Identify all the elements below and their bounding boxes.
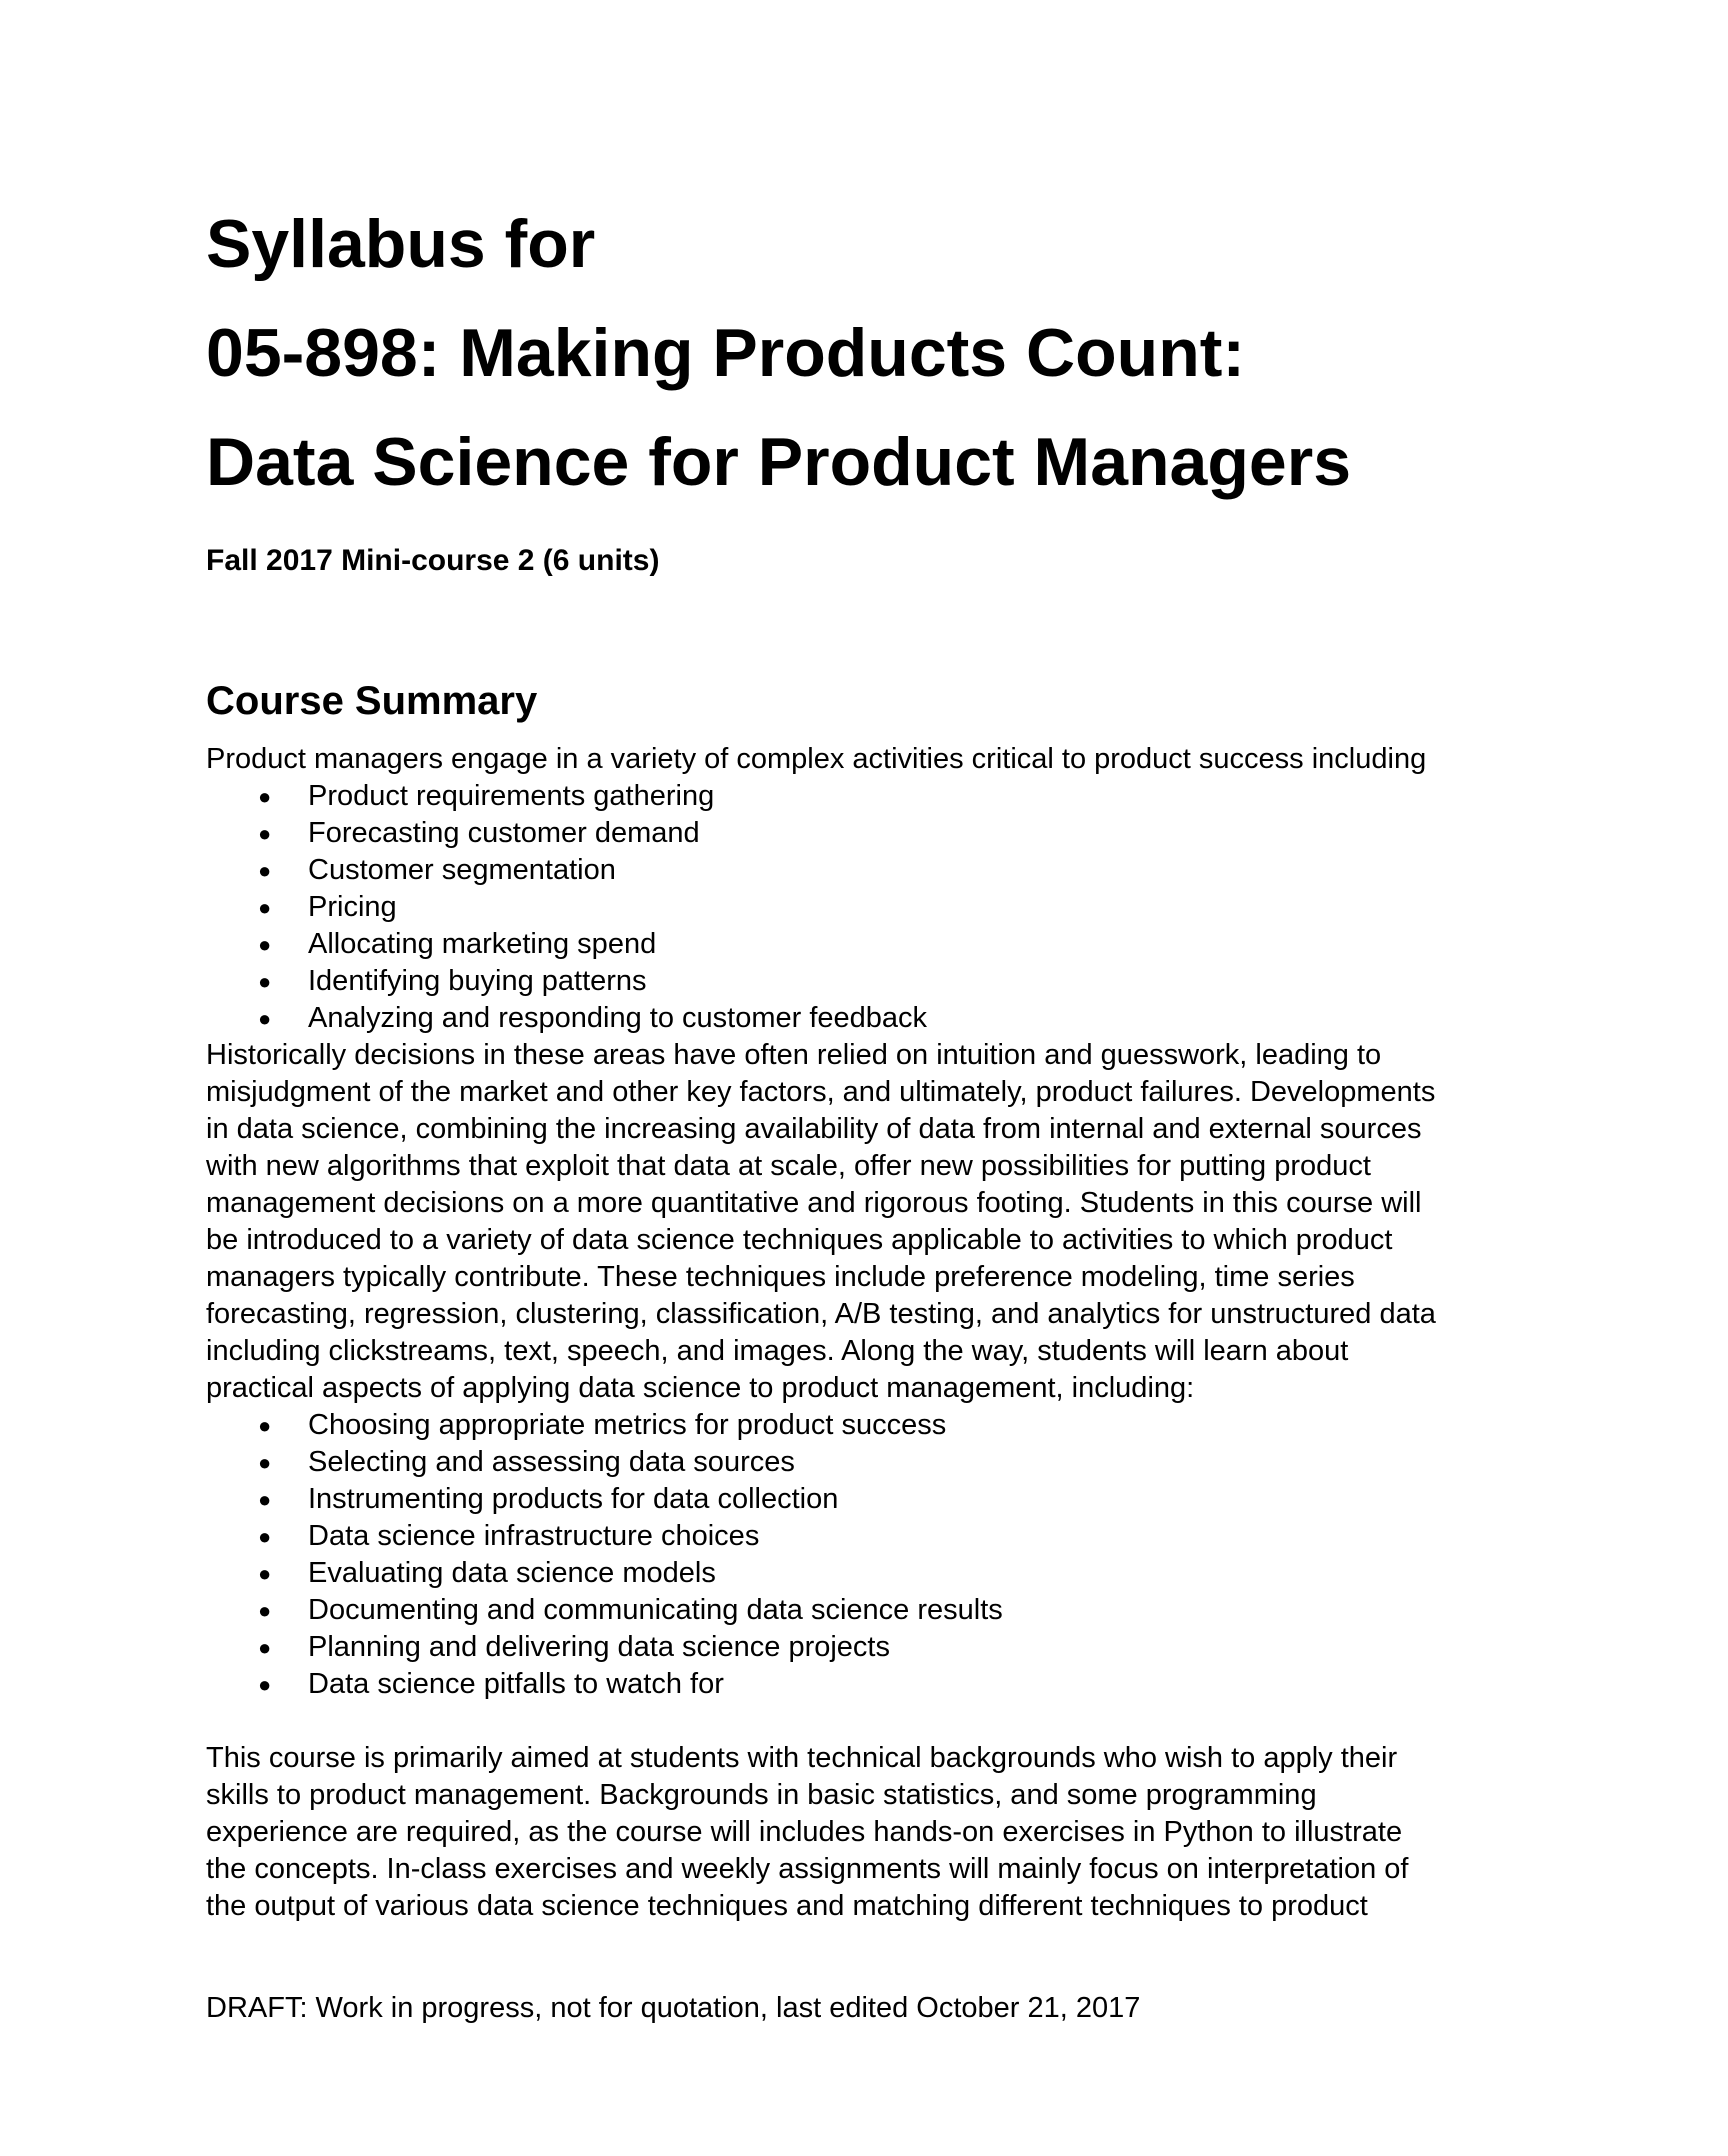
list-item: ● Data science pitfalls to watch for bbox=[206, 1666, 1566, 1703]
bullet-icon: ● bbox=[258, 969, 272, 994]
bullet-icon: ● bbox=[258, 1635, 272, 1660]
body-line: misjudgment of the market and other key … bbox=[206, 1076, 1436, 1108]
closing-paragraph: This course is primarily aimed at studen… bbox=[206, 1740, 1566, 1925]
document-title: Syllabus for 05-898: Making Products Cou… bbox=[206, 190, 1566, 517]
title-line: 05-898: Making Products Count: bbox=[206, 315, 1246, 391]
body-line: skills to product management. Background… bbox=[206, 1779, 1317, 1811]
list-item: ● Identifying buying patterns bbox=[206, 963, 1566, 1000]
list-item-text: Allocating marketing spend bbox=[308, 928, 657, 960]
list-item: ● Documenting and communicating data scie… bbox=[206, 1592, 1566, 1629]
bullet-icon: ● bbox=[258, 1672, 272, 1697]
list-item: ● Analyzing and responding to customer fe… bbox=[206, 1000, 1566, 1037]
list-item-text: Product requirements gathering bbox=[308, 780, 715, 812]
draft-footer: DRAFT: Work in progress, not for quotati… bbox=[206, 1992, 1141, 2024]
bullet-icon: ● bbox=[258, 858, 272, 883]
bullet-icon: ● bbox=[258, 1413, 272, 1438]
body-line: This course is primarily aimed at studen… bbox=[206, 1742, 1398, 1774]
body-line: management decisions on a more quantitat… bbox=[206, 1187, 1422, 1219]
body-line: the output of various data science techn… bbox=[206, 1890, 1368, 1922]
bullet-icon: ● bbox=[258, 821, 272, 846]
list-item: ● Allocating marketing spend bbox=[206, 926, 1566, 963]
body-line: be introduced to a variety of data scien… bbox=[206, 1224, 1393, 1256]
section-heading-course-summary: Course Summary bbox=[206, 679, 538, 723]
list-item-text: Analyzing and responding to customer fee… bbox=[308, 1002, 928, 1034]
list-item-text: Forecasting customer demand bbox=[308, 817, 700, 849]
title-line: Syllabus for bbox=[206, 206, 596, 282]
list-item-text: Identifying buying patterns bbox=[308, 965, 647, 997]
body-line: in data science, combining the increasin… bbox=[206, 1113, 1422, 1145]
activities-list: ● Product requirements gathering ● Forecas… bbox=[206, 778, 1566, 1037]
bullet-icon: ● bbox=[258, 1450, 272, 1475]
bullet-icon: ● bbox=[258, 895, 272, 920]
body-line: forecasting, regression, clustering, cla… bbox=[206, 1298, 1436, 1330]
body-line: managers typically contribute. These tec… bbox=[206, 1261, 1355, 1293]
list-item: ● Evaluating data science models bbox=[206, 1555, 1566, 1592]
list-item: ● Selecting and assessing data sources bbox=[206, 1444, 1566, 1481]
body-paragraph: Historically decisions in these areas ha… bbox=[206, 1037, 1566, 1407]
body-line: Historically decisions in these areas ha… bbox=[206, 1039, 1382, 1071]
list-item: ● Choosing appropriate metrics for produc… bbox=[206, 1407, 1566, 1444]
body-line: with new algorithms that exploit that da… bbox=[206, 1150, 1371, 1182]
bullet-icon: ● bbox=[258, 1006, 272, 1031]
body-line: experience are required, as the course w… bbox=[206, 1816, 1403, 1848]
list-item: ● Pricing bbox=[206, 889, 1566, 926]
body-line: practical aspects of applying data scien… bbox=[206, 1372, 1195, 1404]
list-item-text: Selecting and assessing data sources bbox=[308, 1446, 795, 1478]
list-item-text: Customer segmentation bbox=[308, 854, 616, 886]
bullet-icon: ● bbox=[258, 1524, 272, 1549]
intro-paragraph: Product managers engage in a variety of … bbox=[206, 743, 1427, 775]
bullet-icon: ● bbox=[258, 1487, 272, 1512]
bullet-icon: ● bbox=[258, 1598, 272, 1623]
title-line: Data Science for Product Managers bbox=[206, 424, 1352, 500]
list-item: ● Planning and delivering data science pr… bbox=[206, 1629, 1566, 1666]
list-item-text: Choosing appropriate metrics for product… bbox=[308, 1409, 947, 1441]
document-page: Syllabus for 05-898: Making Products Cou… bbox=[0, 0, 1728, 2156]
list-item-text: Evaluating data science models bbox=[308, 1557, 716, 1589]
list-item-text: Data science pitfalls to watch for bbox=[308, 1668, 724, 1700]
list-item: ● Forecasting customer demand bbox=[206, 815, 1566, 852]
bullet-icon: ● bbox=[258, 1561, 272, 1586]
body-line: the concepts. In-class exercises and wee… bbox=[206, 1853, 1409, 1885]
list-item: ● Customer segmentation bbox=[206, 852, 1566, 889]
list-item: ● Product requirements gathering bbox=[206, 778, 1566, 815]
list-item: ● Instrumenting products for data collect… bbox=[206, 1481, 1566, 1518]
practical-aspects-list: ● Choosing appropriate metrics for produc… bbox=[206, 1407, 1566, 1703]
list-item-text: Planning and delivering data science pro… bbox=[308, 1631, 890, 1663]
list-item-text: Documenting and communicating data scien… bbox=[308, 1594, 1003, 1626]
list-item-text: Instrumenting products for data collecti… bbox=[308, 1483, 839, 1515]
list-item: ● Data science infrastructure choices bbox=[206, 1518, 1566, 1555]
list-item-text: Data science infrastructure choices bbox=[308, 1520, 760, 1552]
body-line: including clickstreams, text, speech, an… bbox=[206, 1335, 1349, 1367]
list-item-text: Pricing bbox=[308, 891, 397, 923]
course-term-subtitle: Fall 2017 Mini-course 2 (6 units) bbox=[206, 544, 660, 577]
page-content: Syllabus for 05-898: Making Products Cou… bbox=[206, 190, 1566, 1925]
bullet-icon: ● bbox=[258, 932, 272, 957]
bullet-icon: ● bbox=[258, 784, 272, 809]
